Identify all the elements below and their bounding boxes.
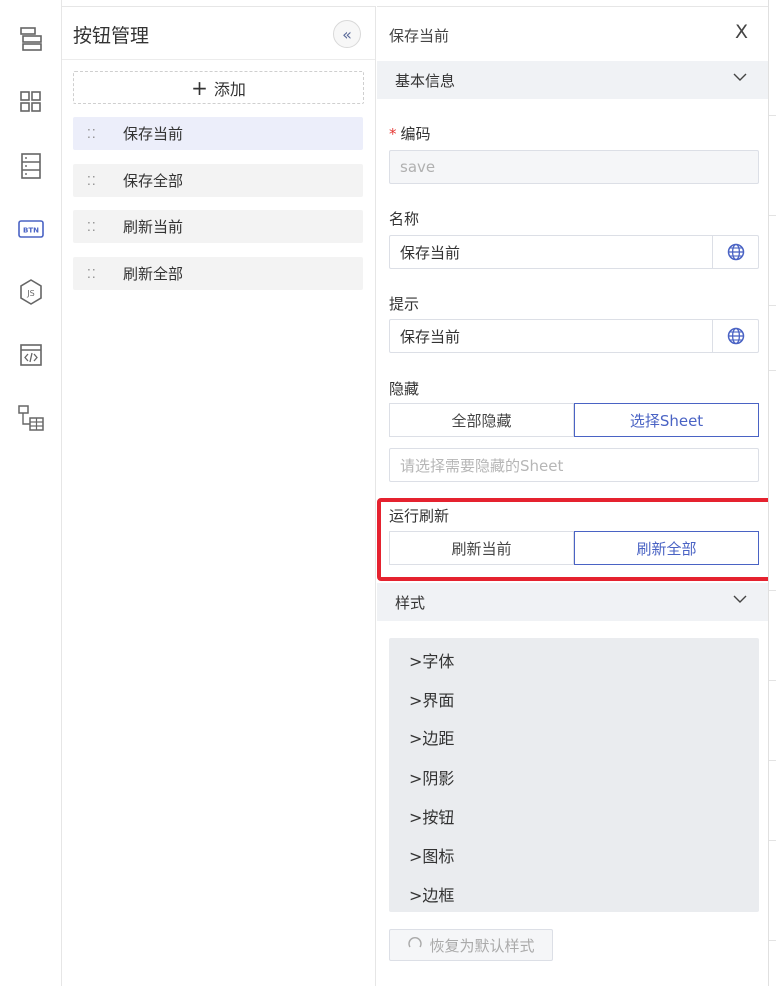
chevron-down-icon <box>732 591 748 611</box>
drag-handle-icon[interactable]: ⁚⁚ <box>73 221 109 233</box>
icon-rail: BTN JS <box>0 0 62 986</box>
panel-title: 按钮管理 <box>73 25 150 47</box>
chevron-right-icon: > <box>409 729 423 748</box>
btn-icon[interactable]: BTN <box>16 214 46 244</box>
code-label: * 编码 <box>389 125 431 143</box>
section-title: 样式 <box>395 593 426 612</box>
list-item-label: 保存全部 <box>123 172 184 190</box>
list-item[interactable]: ⁚⁚ 保存全部 <box>73 164 363 197</box>
chevron-right-icon: > <box>409 847 423 866</box>
globe-icon[interactable] <box>712 236 758 268</box>
refresh-current-option[interactable]: 刷新当前 <box>389 531 574 565</box>
divider <box>62 59 375 60</box>
grid-icon[interactable] <box>16 87 46 117</box>
hide-label: 隐藏 <box>389 380 420 398</box>
drag-handle-icon[interactable]: ⁚⁚ <box>73 175 109 187</box>
close-icon[interactable]: X <box>735 21 748 43</box>
list-item[interactable]: ⁚⁚ 刷新当前 <box>73 210 363 243</box>
form-icon[interactable] <box>16 151 46 181</box>
tip-label: 提示 <box>389 295 420 313</box>
double-chevron-left-icon: « <box>342 24 352 44</box>
section-title: 基本信息 <box>395 71 456 90</box>
tip-value: 保存当前 <box>400 327 461 346</box>
name-label: 名称 <box>389 210 420 228</box>
name-field[interactable]: 保存当前 <box>389 235 759 269</box>
select-sheet-option[interactable]: 选择Sheet <box>574 403 759 437</box>
refresh-label: 运行刷新 <box>389 507 450 525</box>
hide-toggle: 全部隐藏 选择Sheet <box>389 403 759 437</box>
reset-style-label: 恢复为默认样式 <box>429 936 535 955</box>
tip-field[interactable]: 保存当前 <box>389 319 759 353</box>
layout-icon[interactable] <box>16 24 46 54</box>
chevron-right-icon: > <box>409 652 423 671</box>
plus-icon: + <box>191 75 208 100</box>
js-icon[interactable]: JS <box>16 277 46 307</box>
code-window-icon[interactable] <box>16 340 46 370</box>
section-basic-info[interactable]: 基本信息 <box>377 61 768 99</box>
js-icon-text: JS <box>26 289 34 298</box>
chevron-right-icon: > <box>409 769 423 788</box>
chevron-right-icon: > <box>409 691 423 710</box>
list-item-label: 刷新当前 <box>123 218 184 236</box>
style-group-list: >字体 >界面 >边距 >阴影 >按钮 >图标 >边框 <box>389 638 759 912</box>
globe-icon[interactable] <box>712 320 758 352</box>
style-item-font[interactable]: >字体 <box>409 648 454 672</box>
button-list-panel: 按钮管理 « + 添加 ⁚⁚ 保存当前 ⁚⁚ 保存全部 ⁚⁚ 刷新当前 ⁚⁚ 刷… <box>62 6 376 986</box>
btn-icon-text: BTN <box>23 227 39 235</box>
style-item-shadow[interactable]: >阴影 <box>409 765 454 789</box>
list-item-label: 刷新全部 <box>123 265 184 283</box>
background-sheet-edge <box>768 0 776 986</box>
drag-handle-icon[interactable]: ⁚⁚ <box>73 268 109 280</box>
name-value: 保存当前 <box>400 243 461 262</box>
style-item-icon[interactable]: >图标 <box>409 843 454 867</box>
code-field: save <box>389 150 759 184</box>
refresh-toggle: 刷新当前 刷新全部 <box>389 531 759 565</box>
reset-icon <box>407 935 423 955</box>
reset-style-button[interactable]: 恢复为默认样式 <box>389 929 553 961</box>
refresh-all-option[interactable]: 刷新全部 <box>574 531 759 565</box>
required-mark: * <box>389 125 397 143</box>
style-item-button[interactable]: >按钮 <box>409 804 454 828</box>
chevron-right-icon: > <box>409 808 423 827</box>
chevron-down-icon <box>732 69 748 89</box>
chevron-right-icon: > <box>409 886 423 905</box>
add-button-label: 添加 <box>213 79 246 99</box>
hide-sheet-select[interactable]: 请选择需要隐藏的Sheet <box>389 448 759 482</box>
tree-table-icon[interactable] <box>16 403 46 433</box>
drag-handle-icon[interactable]: ⁚⁚ <box>73 128 109 140</box>
list-item[interactable]: ⁚⁚ 刷新全部 <box>73 257 363 290</box>
style-item-margin[interactable]: >边距 <box>409 725 454 749</box>
code-value: save <box>400 158 436 176</box>
hide-all-option[interactable]: 全部隐藏 <box>389 403 574 437</box>
style-item-border[interactable]: >边框 <box>409 882 454 906</box>
hide-sheet-placeholder: 请选择需要隐藏的Sheet <box>400 456 564 475</box>
property-panel: 保存当前 X 基本信息 * 编码 save 名称 保存当前 提示 保存当前 隐藏 … <box>377 6 772 986</box>
style-item-interface[interactable]: >界面 <box>409 687 454 711</box>
property-panel-title: 保存当前 <box>389 27 450 45</box>
section-style[interactable]: 样式 <box>377 583 768 621</box>
collapse-button[interactable]: « <box>333 20 361 48</box>
list-item[interactable]: ⁚⁚ 保存当前 <box>73 117 363 150</box>
add-button[interactable]: + 添加 <box>73 71 364 104</box>
list-item-label: 保存当前 <box>123 125 184 143</box>
